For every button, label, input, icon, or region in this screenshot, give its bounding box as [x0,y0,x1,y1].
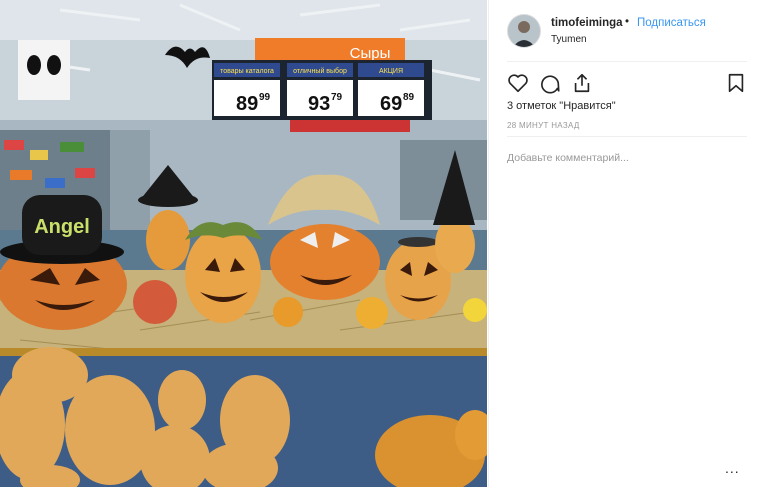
comment-input[interactable]: Добавьте комментарий... [507,152,629,164]
price-3: 69 [380,93,402,115]
share-icon[interactable] [571,72,593,94]
follow-button[interactable]: Подписаться [637,17,706,29]
svg-text:99: 99 [259,92,271,103]
post-side-panel: timofeiminga • Подписаться Tyumen 3 отме… [488,0,760,487]
more-options-button[interactable]: ... [725,460,740,476]
bookmark-icon[interactable] [725,72,747,94]
avatar[interactable] [507,14,541,48]
price-1: 89 [236,93,258,115]
location-link[interactable]: Tyumen [551,34,587,45]
likes-count[interactable]: 3 отметок "Нравится" [507,100,616,112]
post-photo[interactable]: Сыры товары каталога отличный выбор АКЦИ… [0,0,487,487]
heart-icon[interactable] [507,72,529,94]
pumpkin-display-image: Сыры товары каталога отличный выбор АКЦИ… [0,0,487,487]
post-header: timofeiminga • Подписаться Tyumen [507,14,747,50]
comment-icon[interactable] [539,72,561,94]
username-link[interactable]: timofeiminga [551,17,623,29]
post-timestamp: 28 МИНУТ НАЗАД [507,121,580,130]
svg-text:товары каталога: товары каталога [220,68,274,75]
price-2: 93 [308,93,330,115]
svg-text:89: 89 [403,92,415,103]
hat-lettering: Angel [34,216,90,238]
svg-text:79: 79 [331,92,343,103]
svg-text:отличный выбор: отличный выбор [293,67,347,75]
separator-dot: • [625,16,630,28]
section-sign: Сыры [350,45,391,62]
action-bar [507,72,747,94]
avatar-image [508,15,540,47]
header-divider [507,61,747,62]
svg-text:АКЦИЯ: АКЦИЯ [379,68,403,75]
comments-divider [507,136,747,137]
